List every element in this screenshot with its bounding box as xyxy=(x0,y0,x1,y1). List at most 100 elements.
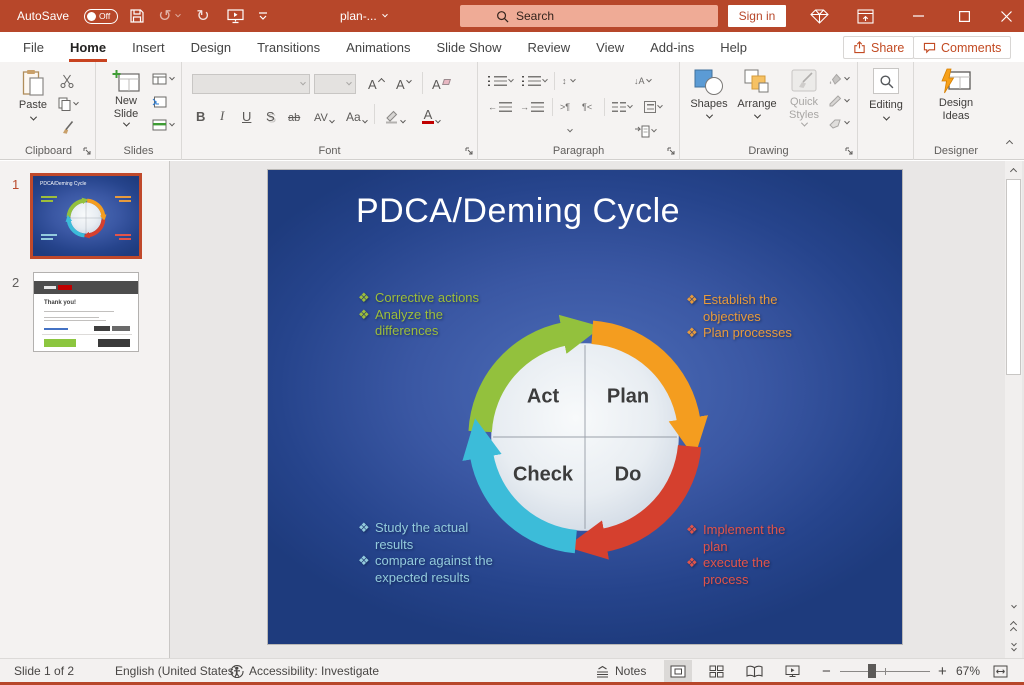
shape-outline-button[interactable] xyxy=(828,95,849,107)
autosave-toggle[interactable]: Off xyxy=(84,0,118,32)
pdca-cycle-diagram[interactable]: Act Plan Check Do xyxy=(435,287,735,587)
search-input[interactable]: Search xyxy=(460,5,718,27)
tab-insert[interactable]: Insert xyxy=(119,32,178,62)
bold-button[interactable]: B xyxy=(196,104,205,124)
slide-sorter-view-button[interactable] xyxy=(702,660,730,682)
slide-indicator[interactable]: Slide 1 of 2 xyxy=(14,659,74,683)
copy-button[interactable] xyxy=(58,97,78,111)
tab-home[interactable]: Home xyxy=(57,32,119,62)
coming-soon-button[interactable] xyxy=(806,0,832,32)
text-shadow-button[interactable]: S xyxy=(266,104,275,124)
minimize-button[interactable] xyxy=(898,0,938,32)
share-button[interactable]: Share xyxy=(843,36,914,59)
slide-2-thumbnail[interactable]: Thank you! xyxy=(33,272,139,352)
sign-in-button[interactable]: Sign in xyxy=(728,5,786,27)
slide-title[interactable]: PDCA/Deming Cycle xyxy=(356,192,680,231)
tab-file[interactable]: File xyxy=(10,32,57,62)
zoom-slider[interactable] xyxy=(840,659,930,683)
clear-formatting-button[interactable]: A xyxy=(432,72,450,92)
character-spacing-button[interactable]: AV xyxy=(314,104,334,124)
scroll-down-button[interactable] xyxy=(1005,599,1022,615)
collapse-ribbon-button[interactable] xyxy=(1007,133,1012,151)
format-painter-button[interactable] xyxy=(60,120,74,134)
tab-animations[interactable]: Animations xyxy=(333,32,423,62)
scroll-up-button[interactable] xyxy=(1005,163,1022,179)
language-indicator[interactable]: English (United States) xyxy=(115,659,238,683)
comments-button[interactable]: Comments xyxy=(913,36,1011,59)
tab-design[interactable]: Design xyxy=(178,32,244,62)
shapes-button[interactable]: Shapes xyxy=(686,69,732,119)
paste-button[interactable]: Paste xyxy=(12,69,54,121)
reading-view-button[interactable] xyxy=(740,660,768,682)
change-case-button[interactable]: Aa xyxy=(346,104,367,124)
chevron-down-icon xyxy=(627,103,633,109)
increase-font-size-button[interactable]: A xyxy=(368,72,384,92)
tab-add-ins[interactable]: Add-ins xyxy=(637,32,707,62)
reset-slide-button[interactable] xyxy=(152,96,167,108)
notes-button[interactable]: Notes xyxy=(595,659,646,683)
new-slide-button[interactable]: New Slide xyxy=(102,69,150,127)
tab-help[interactable]: Help xyxy=(707,32,760,62)
design-ideas-button[interactable]: Design Ideas xyxy=(926,68,986,123)
font-name-combo[interactable] xyxy=(192,74,310,94)
slide-canvas[interactable]: PDCA/Deming Cycle ❖Corrective actions ❖A… xyxy=(268,170,902,644)
zoom-out-button[interactable]: − xyxy=(822,659,831,683)
start-slideshow-button[interactable] xyxy=(222,0,248,32)
clipboard-dialog-launcher[interactable] xyxy=(82,146,92,156)
convert-to-smartart-button[interactable] xyxy=(634,122,656,140)
zoom-in-button[interactable]: + xyxy=(938,659,947,683)
drawing-dialog-launcher[interactable] xyxy=(844,146,854,156)
scrollbar-thumb[interactable] xyxy=(1006,179,1021,375)
justify-button[interactable] xyxy=(566,122,572,140)
left-to-right-button[interactable]: >¶ xyxy=(560,98,570,116)
italic-button[interactable]: I xyxy=(220,104,224,124)
line-spacing-button[interactable]: ↕ xyxy=(562,72,575,90)
zoom-slider-thumb[interactable] xyxy=(868,664,876,678)
tab-review[interactable]: Review xyxy=(515,32,584,62)
font-size-combo[interactable] xyxy=(314,74,356,94)
next-slide-button[interactable] xyxy=(1005,639,1022,655)
arrange-button[interactable]: Arrange xyxy=(732,69,782,119)
previous-slide-button[interactable] xyxy=(1005,619,1022,635)
text-highlight-button[interactable] xyxy=(384,104,405,124)
text-direction-button[interactable]: ↓A xyxy=(634,72,651,90)
save-button[interactable] xyxy=(124,0,150,32)
maximize-button[interactable] xyxy=(944,0,984,32)
slide-1-thumbnail[interactable]: PDCA/Deming Cycle xyxy=(30,173,142,259)
tab-slide-show[interactable]: Slide Show xyxy=(423,32,514,62)
section-button[interactable] xyxy=(152,119,174,131)
close-button[interactable] xyxy=(988,0,1024,32)
strikethrough-button[interactable]: ab xyxy=(288,104,300,124)
zoom-level[interactable]: 67% xyxy=(956,659,980,683)
decrease-font-size-button[interactable]: A xyxy=(396,72,411,92)
customize-qat-button[interactable] xyxy=(250,0,276,32)
bullets-button[interactable] xyxy=(488,72,513,90)
fit-slide-button[interactable] xyxy=(993,659,1008,683)
columns-button[interactable] xyxy=(612,98,632,116)
tab-view[interactable]: View xyxy=(583,32,637,62)
decrease-indent-button[interactable]: ← xyxy=(488,98,512,116)
paragraph-dialog-launcher[interactable] xyxy=(666,146,676,156)
shape-effects-button[interactable] xyxy=(828,117,849,129)
ribbon-display-options-button[interactable] xyxy=(852,0,878,32)
increase-indent-button[interactable]: → xyxy=(520,98,544,116)
normal-view-button[interactable] xyxy=(664,660,692,682)
font-color-button[interactable]: A xyxy=(422,104,440,124)
right-to-left-button[interactable]: ¶< xyxy=(582,98,592,116)
document-title[interactable]: plan-... xyxy=(340,0,387,32)
accessibility-status[interactable]: Accessibility: Investigate xyxy=(230,659,379,683)
editing-button[interactable]: Editing xyxy=(867,68,905,121)
slide-layout-button[interactable] xyxy=(152,73,174,85)
underline-button[interactable]: U xyxy=(242,104,251,124)
undo-button[interactable]: ↺ xyxy=(152,0,178,32)
numbering-button[interactable] xyxy=(522,72,547,90)
shape-fill-button[interactable] xyxy=(828,73,849,85)
slideshow-view-button[interactable] xyxy=(778,660,806,682)
quick-styles-button[interactable]: Quick Styles xyxy=(782,69,826,127)
font-dialog-launcher[interactable] xyxy=(464,146,474,156)
redo-button[interactable]: ↻ xyxy=(190,0,216,32)
cut-button[interactable] xyxy=(60,74,74,88)
tab-transitions[interactable]: Transitions xyxy=(244,32,333,62)
undo-dropdown[interactable] xyxy=(176,0,180,32)
align-text-button[interactable] xyxy=(644,98,662,116)
